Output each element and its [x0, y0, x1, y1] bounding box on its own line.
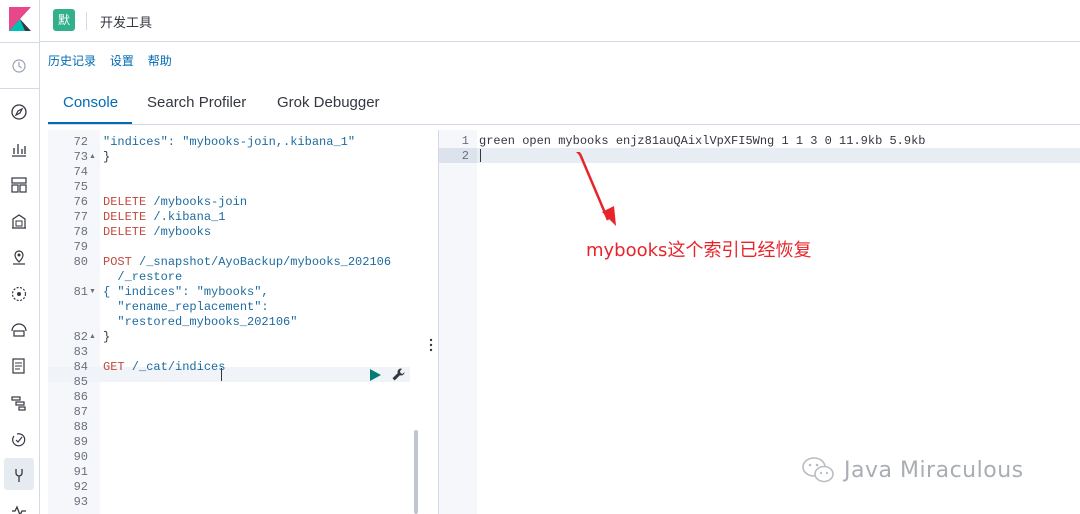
settings-link[interactable]: 设置: [110, 54, 134, 68]
http-method: POST: [103, 255, 132, 269]
code-line: GET /_cat/indices: [103, 360, 225, 375]
request-url: /mybooks-join: [146, 195, 248, 209]
help-link[interactable]: 帮助: [148, 54, 172, 68]
tabs-divider: [48, 124, 1080, 125]
line-number: 87: [73, 405, 88, 419]
fold-toggle-icon[interactable]: ▲: [89, 333, 422, 340]
line-number: 84: [73, 360, 88, 374]
line-number: [48, 270, 100, 285]
recent-icon[interactable]: [10, 57, 28, 75]
header-separator: [86, 12, 87, 30]
play-icon[interactable]: [368, 368, 382, 382]
code-line: }: [103, 150, 111, 164]
response-line: green open mybooks enjz81auQAixlVpXFI5Wn…: [479, 134, 926, 148]
line-number: 91: [73, 465, 88, 479]
request-url: /mybooks: [146, 225, 212, 239]
tab-grok-debugger[interactable]: Grok Debugger: [277, 94, 380, 111]
request-url: /_cat/indices: [124, 360, 226, 374]
dashboard-icon[interactable]: [10, 176, 28, 194]
infrastructure-icon[interactable]: [10, 321, 28, 339]
apm-icon[interactable]: [10, 394, 28, 412]
line-number: [48, 315, 100, 330]
history-link[interactable]: 历史记录: [48, 54, 96, 68]
ml-icon[interactable]: [10, 285, 28, 303]
annotation-text: mybooks这个索引已经恢复: [586, 240, 812, 261]
line-number: 86: [73, 390, 88, 404]
canvas-icon[interactable]: [10, 212, 28, 230]
nav-divider: [0, 88, 40, 89]
visualize-icon[interactable]: [10, 140, 28, 158]
annotation-arrow: [576, 152, 616, 226]
top-header: 默 开发工具: [40, 0, 1080, 42]
http-method: GET: [103, 360, 125, 374]
code-line: "restored_mybooks_202106": [103, 315, 298, 329]
left-nav: [0, 0, 40, 514]
http-method: DELETE: [103, 225, 147, 239]
line-number: 93: [73, 495, 88, 509]
line-number: 72: [73, 135, 88, 149]
code-line: "rename_replacement":: [103, 300, 269, 314]
logs-icon[interactable]: [10, 357, 28, 375]
response-line-number: 2: [461, 149, 469, 163]
request-url: /_snapshot/AyoBackup/mybooks_202106: [131, 255, 392, 269]
devtools-top-links: 历史记录 设置 帮助: [48, 52, 182, 69]
response-line-number: 1: [461, 134, 469, 148]
line-number: 89: [73, 435, 88, 449]
code-line: DELETE /.kibana_1: [103, 210, 225, 225]
monitoring-icon[interactable]: [10, 502, 28, 514]
space-avatar[interactable]: 默: [53, 9, 75, 31]
maps-icon[interactable]: [10, 248, 28, 266]
wrench-icon[interactable]: [391, 367, 406, 382]
code-line: DELETE /mybooks-join: [103, 195, 247, 210]
wechat-icon: [802, 457, 834, 483]
http-method: DELETE: [103, 210, 147, 224]
line-number: 78: [73, 225, 88, 239]
http-method: DELETE: [103, 195, 147, 209]
line-number: 79: [73, 240, 88, 254]
line-number: 75: [73, 180, 88, 194]
code-line: DELETE /mybooks: [103, 225, 211, 240]
line-number: 90: [73, 450, 88, 464]
code-line: POST /_snapshot/AyoBackup/mybooks_202106: [103, 255, 391, 270]
drag-handle-icon[interactable]: [429, 338, 433, 352]
watermark-text: Java Miraculous: [844, 457, 1024, 483]
line-number: [48, 300, 100, 315]
code-line: { "indices": "mybooks",: [103, 285, 269, 299]
breadcrumb-title: 开发工具: [100, 16, 153, 31]
line-number: 92: [73, 480, 88, 494]
code-line: "indices": "mybooks-join,.kibana_1": [103, 135, 356, 149]
request-url: /.kibana_1: [146, 210, 226, 224]
tab-search-profiler[interactable]: Search Profiler: [147, 94, 246, 111]
code-line: }: [103, 330, 111, 344]
pane-resizer[interactable]: [424, 130, 438, 514]
tab-console[interactable]: Console: [63, 94, 118, 111]
request-editor[interactable]: 72 "indices": "mybooks-join,.kibana_1" 73 ▲…: [48, 130, 424, 514]
watermark: Java Miraculous: [800, 454, 1024, 486]
discover-icon[interactable]: [10, 103, 28, 121]
response-cursor: [480, 149, 481, 162]
text-cursor: [221, 368, 222, 381]
code-line: /_restore: [103, 270, 183, 284]
uptime-icon[interactable]: [10, 430, 28, 448]
kibana-logo[interactable]: [9, 7, 31, 31]
fold-toggle-icon[interactable]: ▲: [89, 153, 422, 160]
response-gutter: [439, 130, 477, 514]
line-number: 83: [73, 345, 88, 359]
line-number: 76: [73, 195, 88, 209]
line-number: 80: [73, 255, 88, 269]
line-number: 85: [73, 375, 88, 389]
request-scrollbar[interactable]: [414, 430, 418, 514]
line-number: 88: [73, 420, 88, 434]
line-number: 74: [73, 165, 88, 179]
devtools-icon[interactable]: [10, 466, 28, 484]
nav-divider: [0, 42, 40, 43]
line-number: 77: [73, 210, 88, 224]
